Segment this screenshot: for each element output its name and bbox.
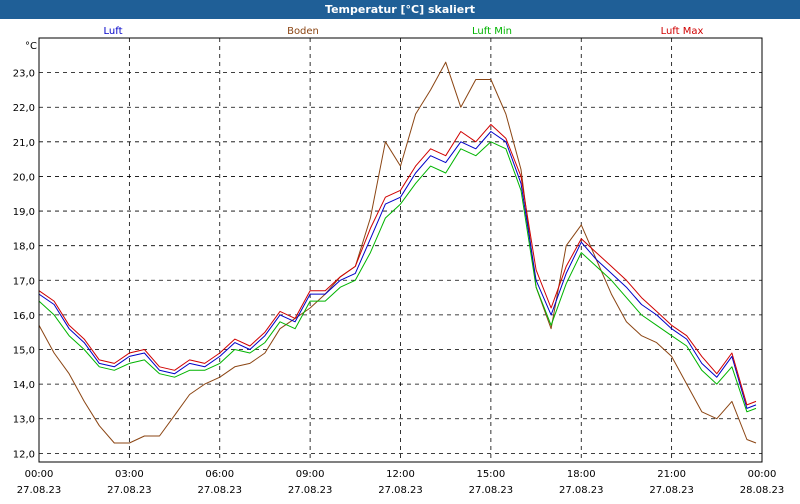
- x-tick-date-label: 27.08.23: [649, 485, 694, 496]
- x-tick-time-label: 18:00: [567, 469, 596, 480]
- x-tick-time-label: 15:00: [476, 469, 505, 480]
- x-tick-time-label: 21:00: [657, 469, 686, 480]
- x-tick-date-label: 27.08.23: [197, 485, 242, 496]
- y-tick-label: 23,0: [13, 69, 35, 80]
- y-tick-label: 19,0: [13, 207, 35, 218]
- x-tick-time-label: 03:00: [115, 469, 144, 480]
- chart-title: Temperatur [°C] skaliert: [0, 0, 800, 19]
- legend-boden: Boden: [287, 26, 319, 37]
- y-tick-label: 20,0: [13, 172, 35, 183]
- y-tick-label: 18,0: [13, 242, 35, 253]
- legend-luft-max: Luft Max: [661, 26, 704, 37]
- x-tick-time-label: 00:00: [748, 469, 777, 480]
- y-tick-label: 21,0: [13, 138, 35, 149]
- x-tick-time-label: 12:00: [386, 469, 415, 480]
- y-tick-label: 16,0: [13, 311, 35, 322]
- x-tick-date-label: 27.08.23: [288, 485, 333, 496]
- legend-luft-min: Luft Min: [472, 26, 512, 37]
- legend-luft: Luft: [104, 26, 123, 37]
- y-tick-label: 12,0: [13, 449, 35, 460]
- x-tick-date-label: 27.08.23: [469, 485, 514, 496]
- x-tick-time-label: 00:00: [25, 469, 54, 480]
- y-tick-label: 22,0: [13, 103, 35, 114]
- chart-background: [0, 19, 800, 500]
- x-tick-time-label: 09:00: [296, 469, 325, 480]
- x-tick-date-label: 27.08.23: [378, 485, 423, 496]
- temperature-line-chart: Luft Boden Luft Min Luft Max °C 12,0 13,0…: [0, 19, 800, 500]
- y-tick-label: 17,0: [13, 276, 35, 287]
- chart-area: Luft Boden Luft Min Luft Max °C 12,0 13,0…: [0, 19, 800, 500]
- y-tick-label: 14,0: [13, 380, 35, 391]
- x-tick-date-label: 27.08.23: [559, 485, 604, 496]
- x-tick-date-label: 27.08.23: [17, 485, 62, 496]
- x-tick-date-label: 27.08.23: [107, 485, 152, 496]
- y-tick-label: 13,0: [13, 415, 35, 426]
- x-tick-time-label: 06:00: [205, 469, 234, 480]
- y-axis-unit: °C: [25, 41, 37, 52]
- y-tick-label: 15,0: [13, 346, 35, 357]
- x-tick-date-label: 28.08.23: [740, 485, 785, 496]
